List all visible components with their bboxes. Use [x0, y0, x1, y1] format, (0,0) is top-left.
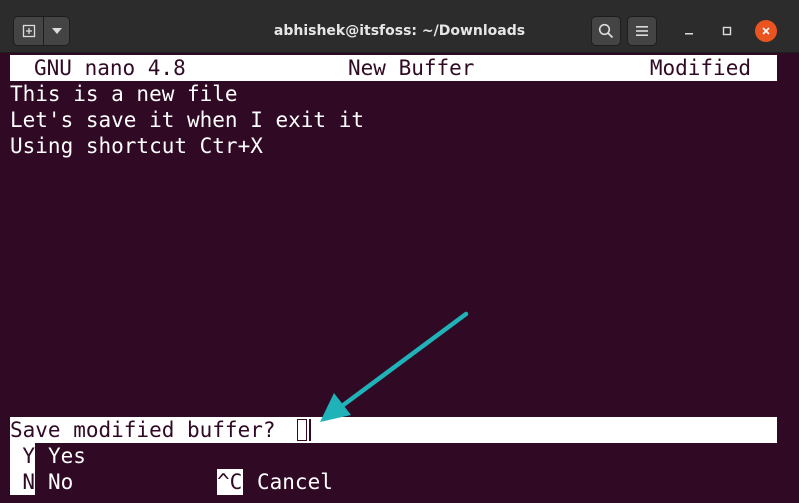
terminal-area[interactable]: GNU nano 4.8 New Buffer Modified This is… — [0, 53, 799, 503]
option-row-yes[interactable]: Y Yes — [10, 443, 86, 469]
new-tab-button[interactable] — [13, 16, 44, 46]
chevron-down-icon — [51, 28, 62, 34]
search-icon — [598, 23, 614, 39]
terminal-window: abhishek@itsfoss: ~/Downloads GNU nano 4… — [0, 0, 799, 503]
search-button[interactable] — [591, 16, 621, 46]
hamburger-menu-icon — [636, 26, 648, 36]
option-key-yes: Y — [10, 443, 35, 469]
nano-header-bar: GNU nano 4.8 New Buffer Modified — [10, 55, 777, 81]
window-title: abhishek@itsfoss: ~/Downloads — [273, 23, 526, 39]
buffer-line[interactable]: This is a new file — [10, 81, 238, 107]
close-button[interactable] — [755, 20, 777, 42]
cursor-divider — [309, 419, 311, 441]
text-cursor — [297, 419, 307, 441]
save-prompt-text: Save modified buffer? — [10, 418, 276, 442]
main-menu-button[interactable] — [627, 16, 657, 46]
option-label-yes: Yes — [48, 444, 86, 468]
option-row-cancel[interactable]: ^C Cancel — [10, 469, 333, 495]
minimize-button[interactable] — [678, 20, 700, 42]
buffer-name: New Buffer — [348, 56, 475, 80]
maximize-button[interactable] — [716, 20, 738, 42]
option-key-cancel: ^C — [217, 469, 243, 495]
option-label-cancel: Cancel — [257, 470, 333, 494]
tab-menu-button[interactable] — [43, 16, 70, 46]
title-bar: abhishek@itsfoss: ~/Downloads — [0, 0, 799, 53]
close-icon — [762, 27, 770, 35]
minimize-icon — [685, 33, 693, 35]
buffer-state: Modified — [649, 56, 751, 80]
buffer-line[interactable]: Using shortcut Ctr+X — [10, 133, 263, 159]
save-prompt-bar: Save modified buffer? — [10, 417, 777, 443]
nano-version: GNU nano 4.8 — [34, 56, 186, 80]
buffer-line[interactable]: Let's save it when I exit it — [10, 107, 364, 133]
new-tab-icon — [22, 24, 35, 38]
maximize-icon — [722, 26, 732, 36]
